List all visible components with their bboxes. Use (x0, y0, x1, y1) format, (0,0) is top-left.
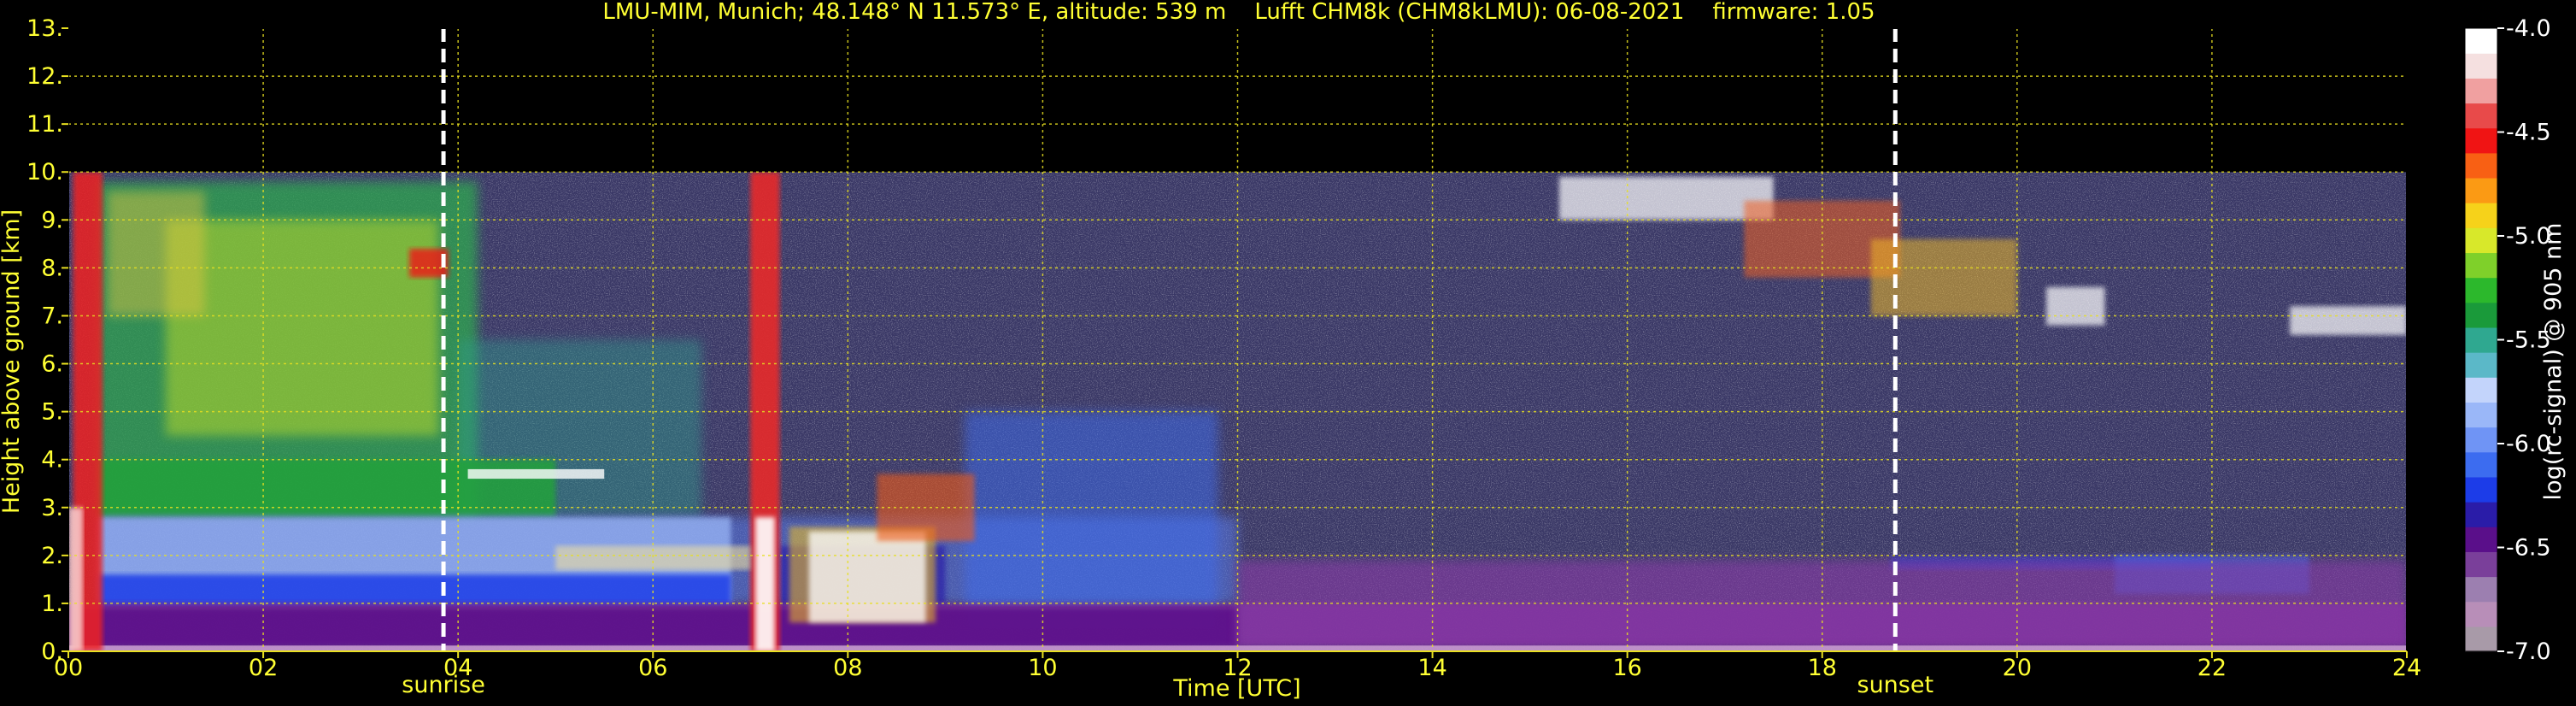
colorbar-band (2465, 78, 2497, 104)
y-tick-label: 3. (41, 495, 63, 521)
y-tick-label: 4. (41, 447, 63, 474)
colorbar-band (2465, 28, 2497, 54)
y-tick-label: 1. (41, 591, 63, 617)
colorbar-band (2465, 601, 2497, 627)
x-tick-label: 22 (2198, 655, 2227, 681)
y-tick-label: 10. (26, 159, 63, 185)
colorbar-tick-label: -4.0 (2506, 15, 2551, 42)
x-tick-label: 10 (1028, 655, 1057, 681)
colorbar-band (2465, 302, 2497, 328)
colorbar-band (2465, 327, 2497, 353)
y-tick-label: 7. (41, 303, 63, 329)
colorbar-band (2465, 127, 2497, 154)
y-tick-label: 5. (41, 399, 63, 426)
colorbar-band (2465, 551, 2497, 578)
colorbar-tick-label: -6.5 (2506, 535, 2551, 562)
colorbar-band (2465, 277, 2497, 303)
colorbar-band (2465, 203, 2497, 228)
colorbar-band (2465, 527, 2497, 552)
ceilometer-chart: sunrise sunset 00 02 04 06 08 10 12 14 16 18 20 22 24… (0, 0, 2576, 706)
x-tick-label: 24 (2392, 655, 2421, 681)
x-tick-label: 18 (1808, 655, 1837, 681)
y-tick-label: 11. (26, 111, 63, 138)
colorbar-band (2465, 352, 2497, 378)
colorbar-band (2465, 177, 2497, 203)
y-tick-label: 12. (26, 63, 63, 90)
y-tick-label: 2. (41, 543, 63, 569)
colorbar-band (2465, 227, 2497, 254)
colorbar-band (2465, 451, 2497, 478)
sunset-label: sunset (1857, 672, 1934, 698)
colorbar-band (2465, 502, 2497, 527)
x-tick-label: 06 (638, 655, 667, 681)
colorbar-band (2465, 626, 2497, 652)
colorbar-tick-label: -7.0 (2506, 638, 2551, 665)
colorbar-band (2465, 576, 2497, 603)
y-tick-label: 13. (26, 15, 63, 42)
chart-title: LMU-MIM, Munich; 48.148° N 11.573° E, al… (602, 0, 1875, 25)
y-tick-label: 6. (41, 351, 63, 378)
colorbar-band (2465, 103, 2497, 129)
colorbar-band (2465, 53, 2497, 79)
y-tick-label: 8. (41, 255, 63, 281)
y-tick-label: 0. (41, 638, 63, 665)
x-tick-label: 02 (249, 655, 278, 681)
x-tick-label: 08 (833, 655, 862, 681)
x-axis-label: Time [UTC] (1172, 675, 1300, 702)
colorbar-band (2465, 377, 2497, 403)
y-tick-label: 9. (41, 207, 63, 233)
colorbar-tick-label: -4.5 (2506, 120, 2551, 146)
y-axis-label: Height above ground [km] (0, 209, 25, 514)
colorbar-band (2465, 427, 2497, 453)
colorbar-band (2465, 252, 2497, 279)
colorbar-band (2465, 476, 2497, 503)
x-tick-label: 04 (443, 655, 472, 681)
colorbar-band (2465, 402, 2497, 428)
x-tick-label: 20 (2003, 655, 2032, 681)
x-tick-label: 16 (1612, 655, 1641, 681)
colorbar-label: log(rc-signal) @ 905 nm (2540, 223, 2567, 501)
x-tick-label: 14 (1417, 655, 1446, 681)
colorbar-band (2465, 152, 2497, 179)
